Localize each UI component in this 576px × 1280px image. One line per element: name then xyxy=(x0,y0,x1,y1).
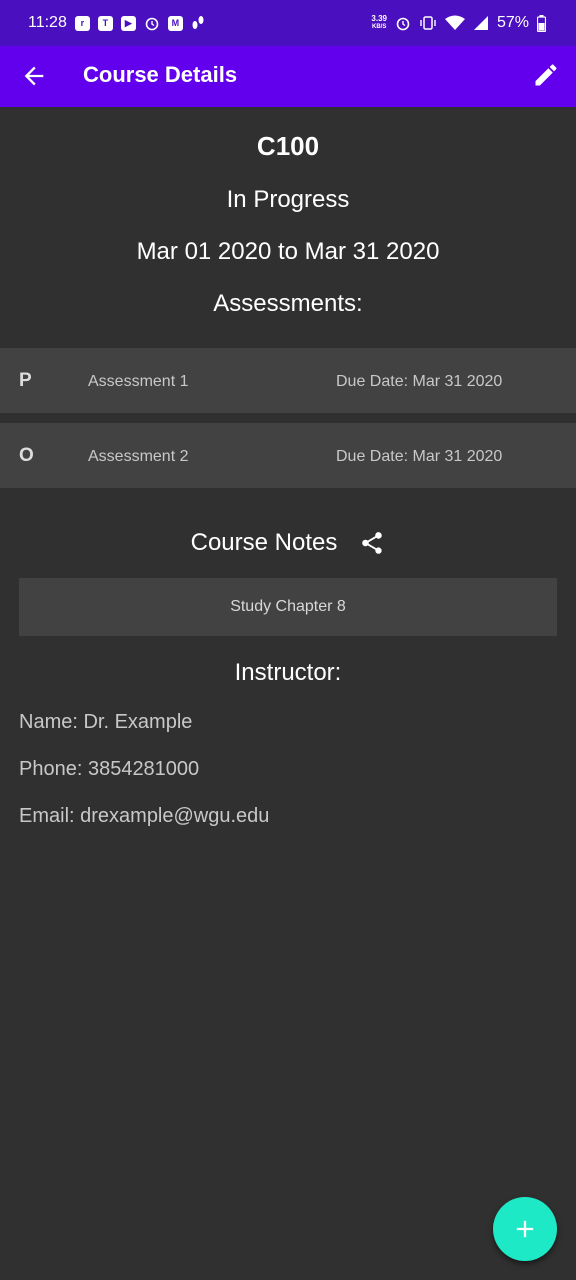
course-status: In Progress xyxy=(226,186,350,213)
page-title: Course Details xyxy=(83,62,238,87)
assessment-name: Assessment 1 xyxy=(88,373,189,390)
pencil-icon[interactable] xyxy=(532,61,560,89)
assessment-row[interactable]: P Assessment 1 Due Date: Mar 31 2020 xyxy=(0,348,576,413)
wifi-icon xyxy=(444,15,465,30)
status-bar-right: 3.39 KB/S 57% xyxy=(371,14,546,32)
battery-percent: 57% xyxy=(496,14,529,31)
battery-icon xyxy=(537,14,546,32)
instructor-email: Email: drexample@wgu.edu xyxy=(19,805,270,827)
net-speed: 3.39 KB/S xyxy=(371,14,387,32)
plus-icon xyxy=(516,1220,534,1238)
alarm-icon xyxy=(396,17,410,31)
status-bar: 11:28 r T ▶ M 3.39 KB/S 57% xyxy=(0,0,576,46)
fitness-icon xyxy=(192,16,204,29)
youtube-icon: ▶ xyxy=(120,15,136,31)
assessment-due-date: Due Date: Mar 31 2020 xyxy=(336,448,503,465)
course-notes-heading: Course Notes xyxy=(190,529,338,556)
instructor-name: Name: Dr. Example xyxy=(19,711,193,733)
vibrate-icon xyxy=(420,16,436,30)
signal-icon xyxy=(473,16,488,30)
net-speed-value: 3.39 xyxy=(371,14,387,23)
gmail-icon: M xyxy=(167,15,183,31)
course-dates: Mar 01 2020 to Mar 31 2020 xyxy=(136,238,440,265)
course-note-item[interactable]: Study Chapter 8 xyxy=(19,578,557,636)
assessment-type: O xyxy=(19,445,34,466)
assessment-type: P xyxy=(19,370,32,391)
assessment-due-date: Due Date: Mar 31 2020 xyxy=(336,373,503,390)
status-time: 11:28 xyxy=(28,14,67,31)
assessment-row[interactable]: O Assessment 2 Due Date: Mar 31 2020 xyxy=(0,423,576,488)
assessments-heading: Assessments: xyxy=(213,290,363,317)
add-button[interactable] xyxy=(493,1197,557,1261)
arrow-left-icon[interactable] xyxy=(20,62,48,90)
teams-icon: T xyxy=(97,15,113,31)
course-notes-header: Course Notes xyxy=(0,528,576,558)
instructor-heading: Instructor: xyxy=(234,659,342,686)
assessment-name: Assessment 2 xyxy=(88,448,189,465)
share-icon[interactable] xyxy=(359,530,385,556)
app-bar: Course Details xyxy=(0,46,576,107)
status-bar-left: 11:28 r T ▶ M xyxy=(28,14,205,32)
course-code: C100 xyxy=(256,131,320,161)
net-speed-unit: KB/S xyxy=(372,24,387,30)
ring-icon: r xyxy=(74,15,90,31)
alarm-icon xyxy=(145,17,159,31)
instructor-phone: Phone: 3854281000 xyxy=(19,758,200,780)
